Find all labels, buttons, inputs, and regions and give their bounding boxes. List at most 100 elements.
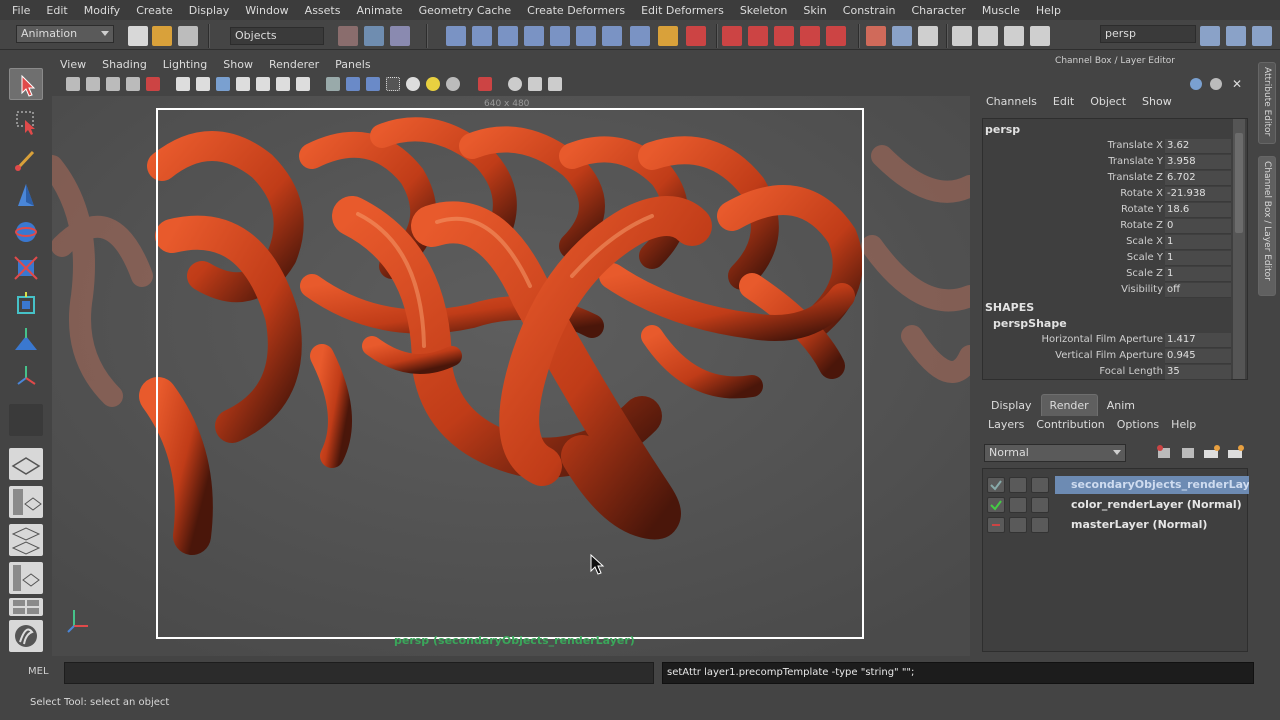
menu-file[interactable]: File bbox=[4, 4, 38, 17]
options-menu[interactable]: Options bbox=[1111, 418, 1165, 431]
bookmarks-icon[interactable] bbox=[106, 77, 120, 91]
layer-name[interactable]: masterLayer (Normal) bbox=[1055, 516, 1223, 534]
snap-live-icon[interactable] bbox=[550, 26, 570, 46]
menu-muscle[interactable]: Muscle bbox=[974, 4, 1028, 17]
select-by-object-icon[interactable] bbox=[364, 26, 384, 46]
node-name[interactable]: persp bbox=[985, 123, 1020, 136]
channel-row[interactable]: Scale Z1 bbox=[983, 267, 1231, 283]
show-menu[interactable]: Show bbox=[1134, 95, 1180, 108]
panel-menu-lighting[interactable]: Lighting bbox=[155, 58, 215, 71]
save-scene-icon[interactable] bbox=[178, 26, 198, 46]
magnet-3-icon[interactable] bbox=[774, 26, 794, 46]
blend-mode-dropdown[interactable]: Normal bbox=[984, 444, 1126, 462]
channels-menu[interactable]: Channels bbox=[978, 95, 1045, 108]
paint-select-tool-button[interactable] bbox=[9, 144, 43, 176]
channel-value[interactable]: 35 bbox=[1165, 365, 1231, 380]
snap-point-icon[interactable] bbox=[498, 26, 518, 46]
layer-help-menu[interactable]: Help bbox=[1165, 418, 1202, 431]
render-layer-row[interactable]: secondaryObjects_renderLayer bbox=[983, 475, 1249, 495]
show-manipulator-button[interactable] bbox=[9, 360, 43, 392]
menu-window[interactable]: Window bbox=[237, 4, 296, 17]
channel-row[interactable]: Focal Length 35 bbox=[983, 365, 1231, 381]
camera-name-field[interactable]: persp bbox=[1100, 25, 1196, 43]
panel-menu-show[interactable]: Show bbox=[215, 58, 261, 71]
object-menu[interactable]: Object bbox=[1082, 95, 1134, 108]
shape-node-name[interactable]: perspShape bbox=[993, 317, 1067, 330]
render-settings-icon[interactable] bbox=[658, 26, 678, 46]
menu-character[interactable]: Character bbox=[904, 4, 974, 17]
channel-value[interactable]: 1.417 bbox=[1165, 333, 1231, 348]
menu-edit[interactable]: Edit bbox=[38, 4, 75, 17]
outliner-layout-button[interactable] bbox=[9, 562, 43, 594]
camera-attributes-icon[interactable] bbox=[86, 77, 100, 91]
channel-row[interactable]: Horizontal Film Aperture 1.417 bbox=[983, 333, 1231, 349]
channel-value[interactable]: 3.62 bbox=[1165, 139, 1231, 154]
gate-mask-icon[interactable] bbox=[236, 77, 250, 91]
command-input[interactable] bbox=[64, 662, 654, 684]
new-layer-selected-icon[interactable] bbox=[1178, 442, 1198, 462]
menu-create-deformers[interactable]: Create Deformers bbox=[519, 4, 633, 17]
wireframe-icon[interactable] bbox=[326, 77, 340, 91]
select-camera-icon[interactable] bbox=[66, 77, 80, 91]
channel-row[interactable]: Scale Y1 bbox=[983, 251, 1231, 267]
render-view-layer-icon[interactable] bbox=[1226, 442, 1246, 462]
recycle-icon[interactable] bbox=[1009, 477, 1027, 493]
xray-icon[interactable] bbox=[446, 77, 460, 91]
render-settings-icon[interactable] bbox=[1031, 517, 1049, 533]
new-scene-icon[interactable] bbox=[128, 26, 148, 46]
tab-anim[interactable]: Anim bbox=[1098, 394, 1144, 416]
two-d-pan-zoom-icon[interactable] bbox=[146, 77, 160, 91]
select-tool-button[interactable] bbox=[9, 68, 43, 100]
menu-modify[interactable]: Modify bbox=[76, 4, 128, 17]
menu-edit-deformers[interactable]: Edit Deformers bbox=[633, 4, 732, 17]
tab-display[interactable]: Display bbox=[982, 394, 1041, 416]
rename-icon[interactable] bbox=[1030, 26, 1050, 46]
renderable-checkbox[interactable] bbox=[987, 497, 1005, 513]
wireframe-on-shaded-icon[interactable] bbox=[366, 77, 380, 91]
scrollbar-thumb[interactable] bbox=[1235, 133, 1243, 233]
single-view-layout-button[interactable] bbox=[9, 448, 43, 480]
viewport-3d[interactable]: 640 x 480 persp (secondaryObjects_render… bbox=[52, 96, 970, 656]
panel-menu-renderer[interactable]: Renderer bbox=[261, 58, 327, 71]
channel-box-scrollbar[interactable] bbox=[1233, 119, 1245, 379]
isolate-select-icon[interactable] bbox=[478, 77, 492, 91]
render-current-frame-icon[interactable] bbox=[602, 26, 622, 46]
four-view-layout-button[interactable] bbox=[9, 598, 43, 616]
channel-row[interactable]: Translate Y 3.958 bbox=[983, 155, 1231, 171]
menu-help[interactable]: Help bbox=[1028, 4, 1069, 17]
select-by-component-icon[interactable] bbox=[390, 26, 410, 46]
relative-transform-icon[interactable] bbox=[978, 26, 998, 46]
magnet-2-icon[interactable] bbox=[748, 26, 768, 46]
render-layer-row[interactable]: masterLayer (Normal) bbox=[983, 515, 1249, 535]
channel-row[interactable]: Rotate Z0 bbox=[983, 219, 1231, 235]
channel-value[interactable]: 0 bbox=[1165, 219, 1231, 234]
stacked-view-layout-button[interactable] bbox=[9, 524, 43, 556]
safe-title-icon[interactable] bbox=[296, 77, 310, 91]
menuset-dropdown[interactable]: Animation bbox=[16, 25, 114, 43]
menu-assets[interactable]: Assets bbox=[297, 4, 349, 17]
channel-row[interactable]: Visibility off bbox=[983, 283, 1231, 299]
grid-toggle-icon[interactable] bbox=[176, 77, 190, 91]
render-layer-row[interactable]: color_renderLayer (Normal) bbox=[983, 495, 1249, 515]
menu-geometry-cache[interactable]: Geometry Cache bbox=[411, 4, 520, 17]
open-scene-icon[interactable] bbox=[152, 26, 172, 46]
scale-tool-button[interactable] bbox=[9, 252, 43, 284]
renderable-checkbox[interactable] bbox=[987, 517, 1005, 533]
motion-blur-icon[interactable] bbox=[548, 77, 562, 91]
snap-view-plane-icon[interactable] bbox=[524, 26, 544, 46]
selection-mode-dropdown[interactable]: Objects bbox=[230, 27, 324, 45]
panel-menu-panels[interactable]: Panels bbox=[327, 58, 378, 71]
channel-row[interactable]: Rotate Y 18.6 bbox=[983, 203, 1231, 219]
menu-skeleton[interactable]: Skeleton bbox=[732, 4, 796, 17]
input-field-mode-icon[interactable] bbox=[952, 26, 972, 46]
screen-space-ao-icon[interactable] bbox=[528, 77, 542, 91]
render-settings-icon[interactable] bbox=[1031, 497, 1049, 513]
mel-label[interactable]: MEL bbox=[28, 666, 49, 677]
textured-icon[interactable] bbox=[386, 77, 400, 91]
panel-menu-shading[interactable]: Shading bbox=[94, 58, 155, 71]
show-hide-tool-settings-icon[interactable] bbox=[1226, 26, 1246, 46]
field-chart-icon[interactable] bbox=[256, 77, 270, 91]
magnet-5-icon[interactable] bbox=[826, 26, 846, 46]
renderable-checkbox[interactable] bbox=[987, 477, 1005, 493]
contribution-menu[interactable]: Contribution bbox=[1030, 418, 1110, 431]
